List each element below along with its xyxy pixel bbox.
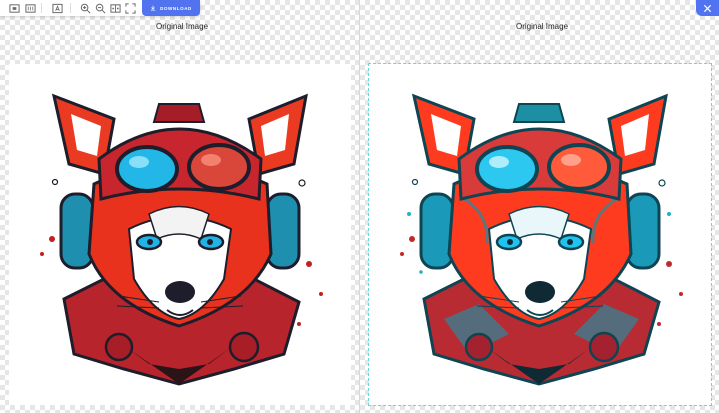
compare-view-icon [109,3,121,13]
text-box-icon [51,3,63,13]
toolbar-separator [70,3,71,13]
compare-view-button[interactable] [109,2,121,14]
fit-screen-button[interactable] [8,2,20,14]
red-panda-illustration [40,93,323,386]
download-button[interactable]: DOWNLOAD [142,0,200,16]
zoom-out-button[interactable] [94,2,106,14]
right-panel-label: Original Image [516,22,569,31]
actual-size-icon [24,3,36,13]
text-box-button[interactable] [51,2,63,14]
red-panda-illustration-processed [400,93,683,386]
toolbar-separator [41,3,42,13]
zoom-in-icon [80,3,90,13]
fullscreen-icon [124,2,136,14]
zoom-in-button[interactable] [79,2,91,14]
fullscreen-button[interactable] [124,2,136,14]
processed-image-canvas[interactable] [368,63,712,406]
panel-divider [359,0,360,413]
download-label: DOWNLOAD [160,5,192,11]
actual-size-button[interactable] [24,2,36,14]
original-image-canvas[interactable] [9,64,351,405]
close-button[interactable] [696,0,719,16]
fit-screen-icon [8,3,20,13]
image-toolbar: DOWNLOAD [0,0,200,16]
zoom-out-icon [95,3,105,13]
left-panel-label: Original Image [156,22,209,31]
close-icon [703,4,712,12]
download-icon [150,5,156,11]
